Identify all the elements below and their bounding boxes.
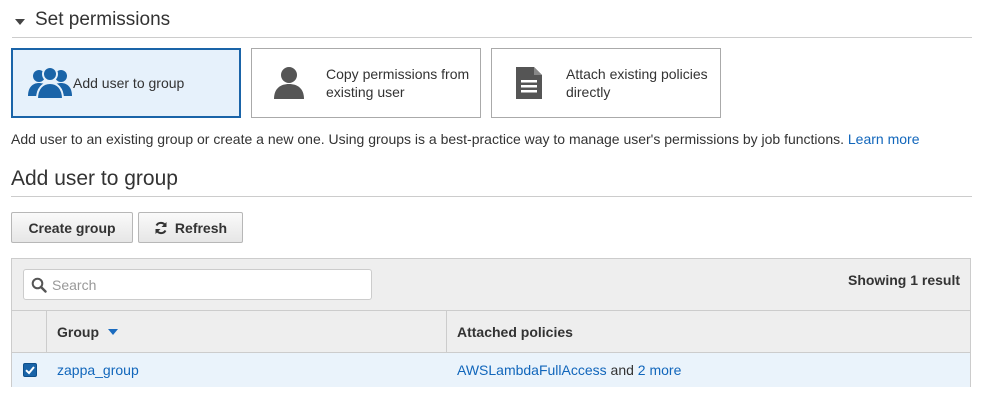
column-header-policies-label: Attached policies [457,323,573,340]
single-user-icon [266,60,312,106]
group-name-link[interactable]: zappa_group [57,362,139,378]
option-label: Attach existing policies directly [566,66,708,100]
description-text: Add user to an existing group or create … [11,131,844,147]
create-group-label: Create group [28,219,116,236]
search-input[interactable] [52,276,352,293]
policy-joiner-text: and [610,362,634,378]
set-permissions-header[interactable]: Set permissions [12,8,972,38]
option-label: Copy permissions from existing user [326,66,470,100]
result-count: Showing 1 result [847,272,960,288]
collapse-caret-icon[interactable] [15,19,25,25]
column-header-group[interactable]: Group [47,311,447,352]
table-row[interactable]: zappa_group AWSLambdaFullAccess and 2 mo… [12,353,970,387]
add-user-to-group-header: Add user to group [11,165,972,197]
table-toolbar: Showing 1 result [12,259,970,311]
row-checkbox[interactable] [22,363,37,377]
policy-link[interactable]: AWSLambdaFullAccess [457,362,607,378]
refresh-label: Refresh [174,219,228,236]
table-header: Group Attached policies [12,311,970,353]
search-box[interactable] [23,269,372,300]
set-permissions-title: Set permissions [35,9,171,30]
groups-table: Showing 1 result Group Attached policies… [11,258,971,387]
refresh-button[interactable]: Refresh [138,212,243,243]
option-add-user-to-group[interactable]: Add user to group [11,48,241,118]
user-group-icon [27,60,73,106]
row-select-cell[interactable] [12,353,47,387]
column-header-group-label: Group [57,323,99,340]
sort-descending-icon[interactable] [108,328,118,335]
attached-policies-cell: AWSLambdaFullAccess and 2 more [447,362,970,378]
option-copy-permissions[interactable]: Copy permissions from existing user [251,48,481,118]
option-label: Add user to group [73,75,185,91]
group-cell: zappa_group [47,362,447,378]
column-header-attached-policies: Attached policies [447,311,970,352]
search-icon [31,277,47,293]
permissions-description: Add user to an existing group or create … [11,130,919,148]
learn-more-link[interactable]: Learn more [848,131,920,147]
document-icon [506,60,552,106]
option-attach-policies[interactable]: Attach existing policies directly [491,48,721,118]
create-group-button[interactable]: Create group [11,212,133,243]
refresh-icon [154,221,168,235]
header-select-column [12,311,47,352]
checkmark-icon [24,366,35,375]
more-policies-link[interactable]: 2 more [638,362,682,378]
add-user-to-group-title: Add user to group [11,167,178,190]
